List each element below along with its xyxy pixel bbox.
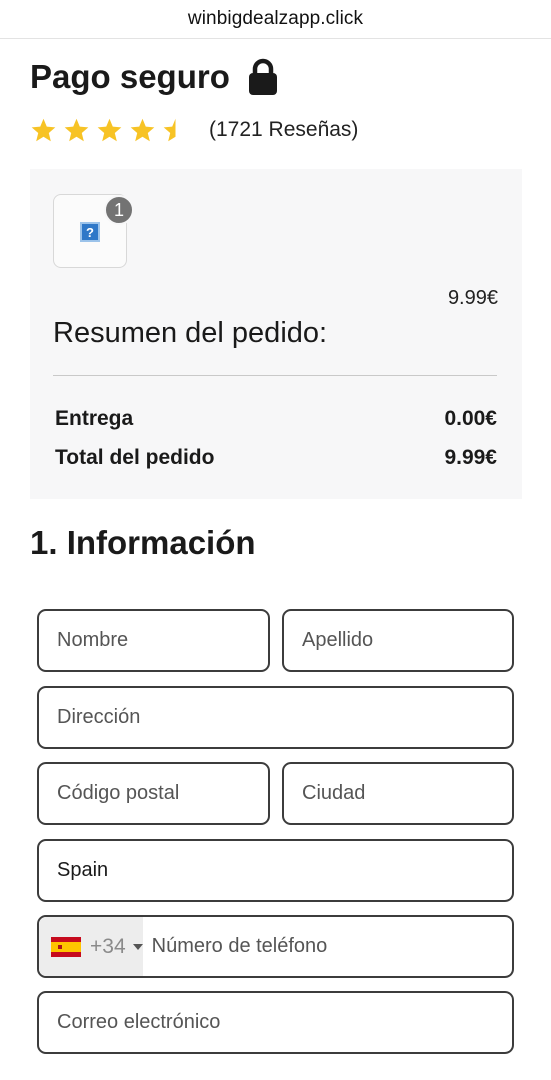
delivery-value: 0.00€	[444, 407, 497, 430]
page-title-text: Pago seguro	[30, 58, 230, 95]
lock-icon	[246, 58, 280, 96]
phone-field[interactable]: +34	[37, 915, 514, 978]
last-name-field[interactable]	[282, 609, 514, 672]
city-input[interactable]	[302, 782, 512, 805]
section-title: 1. Información	[30, 524, 256, 561]
postal-code-field[interactable]	[37, 762, 270, 825]
missing-image-icon: ?	[80, 222, 100, 242]
spain-flag-icon	[51, 936, 81, 957]
email-input[interactable]	[57, 1011, 512, 1034]
email-field[interactable]	[37, 991, 514, 1054]
total-value: 9.99€	[444, 446, 497, 469]
star-icon	[31, 118, 56, 141]
total-row: Total del pedido 9.99€	[55, 446, 497, 470]
phone-input[interactable]	[142, 935, 512, 958]
page-title: Pago seguro	[30, 58, 280, 96]
first-name-input[interactable]	[57, 629, 268, 652]
city-field[interactable]	[282, 762, 514, 825]
caret-down-icon	[132, 943, 143, 950]
quantity-badge: 1	[104, 195, 134, 225]
country-select[interactable]: Spain	[37, 839, 514, 902]
first-name-field[interactable]	[37, 609, 270, 672]
delivery-row: Entrega 0.00€	[55, 407, 497, 431]
phone-country-selector[interactable]: +34	[39, 917, 143, 976]
summary-title: Resumen del pedido:	[53, 317, 328, 349]
delivery-label: Entrega	[55, 407, 134, 430]
dial-code: +34	[90, 934, 126, 958]
order-summary: ? 1 9.99€ Resumen del pedido: Entrega 0.…	[30, 169, 522, 499]
rating: (1721 Reseñas)	[30, 116, 358, 144]
url-text: winbigdealzapp.click	[187, 8, 364, 29]
address-field[interactable]	[37, 686, 514, 749]
star-icon	[130, 118, 155, 141]
star-icon	[64, 118, 89, 141]
divider	[53, 375, 497, 376]
postal-code-input[interactable]	[57, 782, 268, 805]
star-icon	[97, 118, 122, 141]
last-name-input[interactable]	[302, 629, 512, 652]
star-rating	[30, 117, 195, 144]
item-price: 9.99€	[447, 287, 498, 309]
total-label: Total del pedido	[55, 446, 215, 469]
reviews-count: (1721 Reseñas)	[209, 118, 359, 141]
address-input[interactable]	[57, 706, 512, 729]
address-bar[interactable]: winbigdealzapp.click	[0, 0, 551, 39]
country-value: Spain	[57, 859, 109, 881]
star-icon	[163, 118, 176, 141]
